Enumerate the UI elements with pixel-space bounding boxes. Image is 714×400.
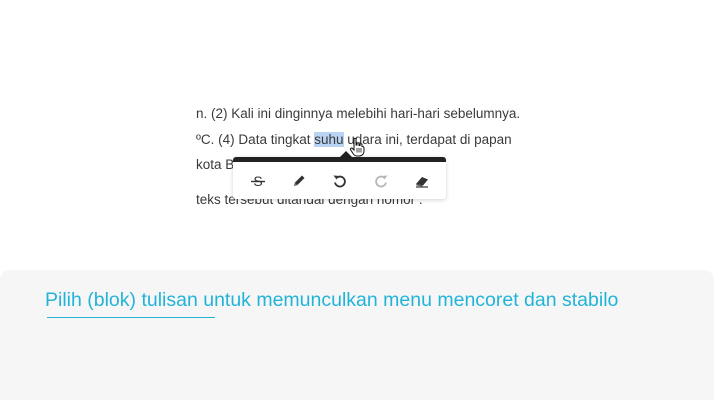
passage-text: udara ini, terdapat di papan — [343, 132, 512, 147]
undo-icon — [333, 175, 346, 187]
strikethrough-icon: S — [250, 173, 265, 189]
passage-text: ºC. (4) Data tingkat — [196, 132, 315, 147]
hand-cursor-icon — [349, 137, 365, 157]
strikethrough-button[interactable]: S — [243, 166, 273, 196]
eraser-button[interactable] — [407, 166, 437, 196]
pencil-icon — [293, 175, 304, 186]
passage-line: n. (2) Kali ini dinginnya melebihi hari-… — [196, 106, 521, 121]
highlight-button[interactable] — [284, 166, 314, 196]
eraser-icon — [415, 176, 428, 188]
passage-area: n. (2) Kali ini dinginnya melebihi hari-… — [196, 0, 714, 270]
hint-text: Pilih (blok) tulisan untuk memunculkan m… — [45, 289, 619, 311]
selected-text[interactable]: suhu — [314, 132, 344, 147]
annotation-toolbar: S — [233, 157, 446, 199]
hint-underline — [47, 317, 215, 318]
redo-icon — [374, 175, 387, 187]
undo-button[interactable] — [325, 166, 355, 196]
redo-button[interactable] — [366, 166, 396, 196]
